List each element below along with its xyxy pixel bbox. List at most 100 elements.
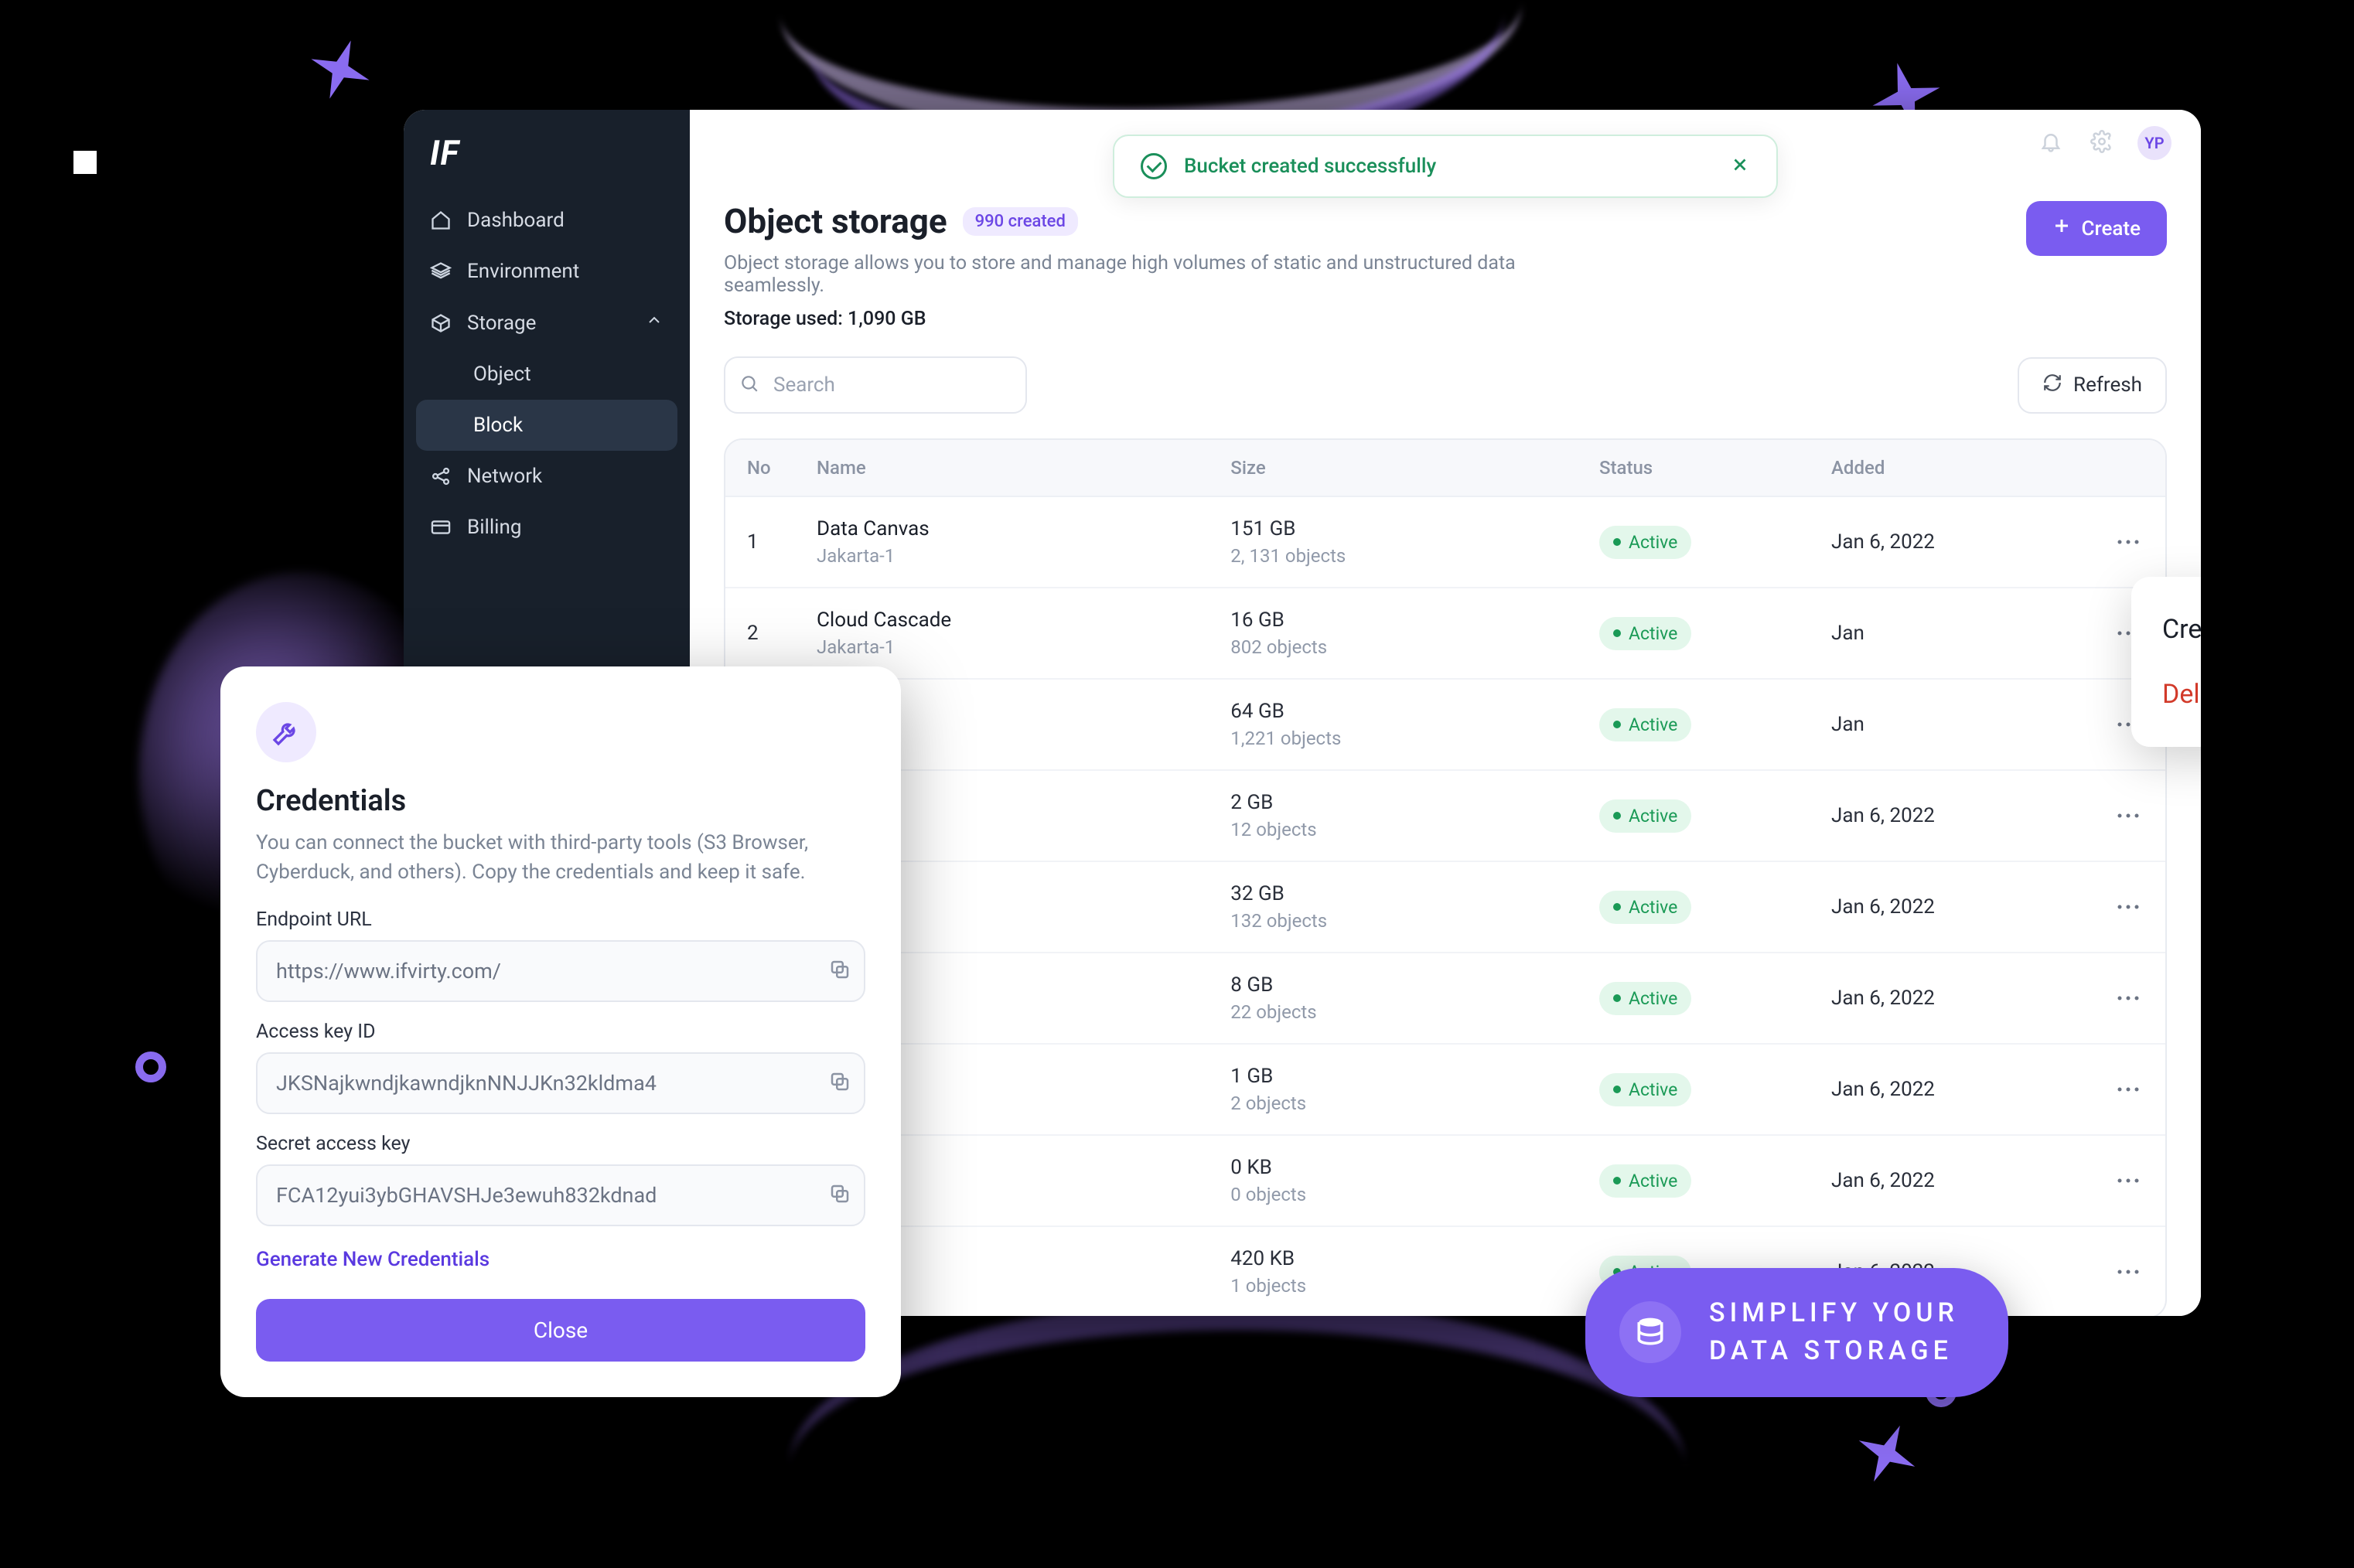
toast-message: Bucket created successfully [1184,155,1713,178]
row-actions-button[interactable] [2113,527,2144,557]
cell-size: 420 KB1 objects [1209,1226,1578,1316]
table-row[interactable]: 2Cloud CascadeJakarta-116 GB802 objectsA… [725,588,2165,679]
decoration-square [73,151,97,174]
credentials-title: Credentials [256,784,865,818]
row-context-menu: Credentials Delete [2131,577,2201,747]
cell-name: Cloud CascadeJakarta-1 [795,588,1209,679]
status-badge: Active [1599,982,1691,1015]
col-header-actions [2073,440,2165,496]
copy-endpoint-button[interactable] [828,958,851,984]
row-actions-button[interactable] [2113,800,2144,831]
toast-close-button[interactable] [1730,155,1750,178]
avatar[interactable]: YP [2137,126,2171,160]
cell-size: 151 GB2, 131 objects [1209,496,1578,588]
sidebar-item-dashboard[interactable]: Dashboard [404,195,690,246]
buckets-table: No Name Size Status Added 1Data CanvasJa… [725,440,2165,1316]
chevron-up-icon [645,311,664,335]
access-key-label: Access key ID [256,1021,865,1043]
secret-key-input[interactable] [256,1164,865,1226]
table-row[interactable]: ata0 KB0 objectsActiveJan 6, 2022 [725,1135,2165,1226]
refresh-button[interactable]: Refresh [2018,357,2167,414]
secret-key-label: Secret access key [256,1133,865,1155]
cell-actions [2073,1226,2165,1316]
bell-icon [2039,130,2062,156]
table-row[interactable]: /2 GB12 objectsActiveJan 6, 2022 [725,770,2165,861]
cell-actions [2073,770,2165,861]
menu-item-delete[interactable]: Delete [2131,662,2201,727]
cell-added: Jan 6, 2022 [1810,1044,2073,1135]
database-icon [1619,1301,1681,1363]
search-icon [739,373,759,397]
table-row[interactable]: 1Data CanvasJakarta-1151 GB2, 131 object… [725,496,2165,588]
cell-size: 0 KB0 objects [1209,1135,1578,1226]
check-circle-icon [1141,153,1167,179]
row-actions-button[interactable] [2113,1256,2144,1287]
cell-added: Jan [1810,588,2073,679]
create-button-label: Create [2082,217,2141,240]
sparkle-icon [301,30,380,110]
cell-name: Data CanvasJakarta-1 [795,496,1209,588]
refresh-icon [2042,373,2062,398]
search-input[interactable] [724,356,1027,414]
sidebar-item-environment[interactable]: Environment [404,246,690,297]
storage-used: Storage used: 1,090 GB [724,308,1574,330]
cell-size: 2 GB12 objects [1209,770,1578,861]
promo-line2: DATA STORAGE [1709,1332,1959,1370]
status-badge: Active [1599,526,1691,559]
notifications-button[interactable] [2035,128,2066,159]
decoration-ring [135,1052,166,1082]
generate-credentials-link[interactable]: Generate New Credentials [256,1248,490,1271]
cell-status: Active [1578,496,1810,588]
table-row[interactable]: bit64 GB1,221 objectsActiveJan [725,679,2165,770]
sidebar-item-object[interactable]: Object [404,349,690,400]
close-button[interactable]: Close [256,1299,865,1362]
table-row[interactable]: ze-132 GB132 objectsActiveJan 6, 2022 [725,861,2165,953]
credentials-description: You can connect the bucket with third-pa… [256,829,865,887]
table-row[interactable]: n Data1 GB2 objectsActiveJan 6, 2022 [725,1044,2165,1135]
row-actions-button[interactable] [2113,891,2144,922]
search-wrap [724,356,1027,414]
layers-icon [430,261,452,282]
sidebar-item-label: Environment [467,260,579,283]
sidebar-item-label: Dashboard [467,209,565,232]
create-button[interactable]: Create [2026,201,2167,256]
cell-status: Active [1578,953,1810,1044]
status-badge: Active [1599,891,1691,924]
cell-status: Active [1578,1044,1810,1135]
cell-size: 64 GB1,221 objects [1209,679,1578,770]
controls-row: Refresh [690,330,2201,414]
row-actions-button[interactable] [2113,983,2144,1014]
sidebar-item-storage[interactable]: Storage [404,297,690,349]
status-badge: Active [1599,617,1691,650]
cell-actions [2073,861,2165,953]
settings-button[interactable] [2086,128,2117,159]
cell-added: Jan 6, 2022 [1810,953,2073,1044]
copy-access-key-button[interactable] [828,1070,851,1096]
refresh-button-label: Refresh [2073,373,2142,397]
row-actions-button[interactable] [2113,1165,2144,1196]
status-badge: Active [1599,708,1691,741]
table-row[interactable]: ct8 GB22 objectsActiveJan 6, 2022 [725,953,2165,1044]
col-header-added: Added [1810,440,2073,496]
endpoint-input[interactable] [256,940,865,1002]
brand-logo: IF [404,125,690,195]
sidebar-item-network[interactable]: Network [404,451,690,502]
sidebar-item-billing[interactable]: Billing [404,502,690,553]
copy-secret-key-button[interactable] [828,1182,851,1208]
cell-size: 8 GB22 objects [1209,953,1578,1044]
toast-success: Bucket created successfully [1113,135,1778,198]
sidebar-item-block[interactable]: Block [416,400,677,451]
sidebar-item-label: Object [473,363,531,386]
status-badge: Active [1599,799,1691,833]
access-key-input[interactable] [256,1052,865,1114]
cell-added: Jan 6, 2022 [1810,861,2073,953]
buckets-table-card: No Name Size Status Added 1Data CanvasJa… [724,438,2167,1316]
sparkle-icon [1846,1413,1928,1495]
cell-actions [2073,1044,2165,1135]
cell-status: Active [1578,679,1810,770]
status-badge: Active [1599,1073,1691,1106]
menu-item-credentials[interactable]: Credentials [2131,597,2201,662]
row-actions-button[interactable] [2113,1074,2144,1105]
cell-size: 1 GB2 objects [1209,1044,1578,1135]
plus-icon [2052,216,2071,240]
